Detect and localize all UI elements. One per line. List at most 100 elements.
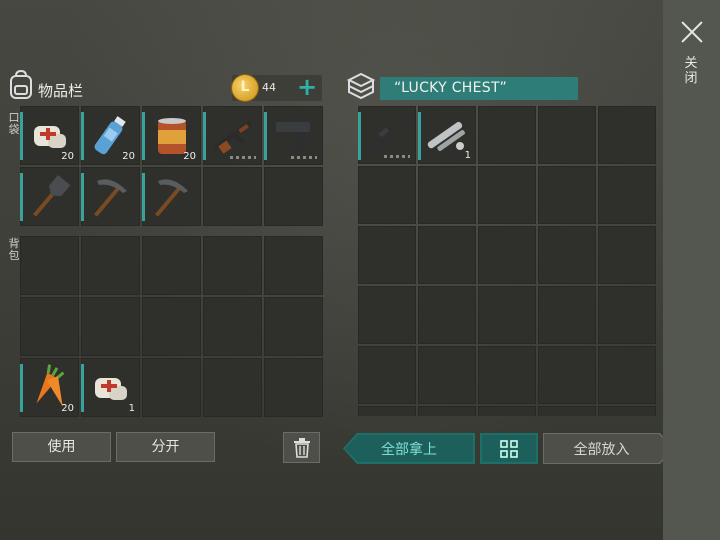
close-label[interactable]: 关闭 [683,56,699,86]
coin-icon: L [232,75,258,101]
chest-slot[interactable]: 1 [418,106,476,164]
take-all-button[interactable]: 全部拿上 [343,433,475,464]
backpack-slot[interactable] [142,236,201,295]
add-coins-button[interactable]: + [296,75,318,101]
backpack-slot[interactable] [20,297,79,356]
coin-amount: 44 [262,81,276,94]
slot-highlight-bar [20,173,23,221]
chest-slot[interactable] [478,346,536,404]
chest-slot[interactable] [598,286,656,344]
chest-slot[interactable] [538,406,596,416]
pocket-slot[interactable] [81,167,140,226]
slot-highlight-bar [203,112,206,160]
backpack-slot[interactable] [203,297,262,356]
chest-slot[interactable] [538,286,596,344]
grid-sort-icon [500,440,518,458]
chest-slot[interactable] [598,346,656,404]
chest-grid: 1 [358,106,656,416]
backpack-label: 背包 [8,237,20,262]
slot-highlight-bar [142,112,145,160]
chest-slot[interactable] [598,166,656,224]
backpack-icon [10,70,32,99]
chest-slot[interactable] [538,226,596,284]
chest-slot[interactable] [358,346,416,404]
chest-title-bar: “LUCKY CHEST” [380,77,578,100]
pistol-icon [276,122,310,150]
backpack-slot[interactable] [264,236,323,295]
split-button[interactable]: 分开 [116,432,215,462]
chest-slot[interactable] [358,406,416,416]
chest-slot[interactable] [598,106,656,164]
discard-button[interactable] [283,432,320,463]
pocket-slot[interactable]: 20 [20,106,79,165]
pocket-slot[interactable] [264,167,323,226]
use-button[interactable]: 使用 [12,432,111,462]
chest-name: “LUCKY CHEST” [394,80,508,96]
item-quantity: 1 [464,150,471,161]
slot-highlight-bar [81,173,84,221]
backpack-slot[interactable] [264,358,323,417]
chest-slot[interactable] [418,406,476,416]
slot-highlight-bar [358,112,361,160]
durability-dots [230,156,256,159]
item-quantity: 1 [128,403,135,414]
slot-highlight-bar [81,112,84,160]
slot-highlight-bar [20,364,23,412]
slot-highlight-bar [418,112,421,160]
chest-slot[interactable] [478,286,536,344]
chest-slot[interactable] [478,166,536,224]
chest-slot[interactable] [358,166,416,224]
backpack-slot[interactable] [203,358,262,417]
chest-slot[interactable] [598,226,656,284]
pocket-slot[interactable] [264,106,323,165]
item-quantity: 20 [183,151,196,162]
chest-slot[interactable] [538,166,596,224]
backpack-slot[interactable] [264,297,323,356]
sort-button[interactable] [480,433,538,464]
backpack-grid: 20 1 [20,236,323,417]
put-all-button[interactable]: 全部放入 [543,433,674,464]
pocket-slot[interactable] [203,106,262,165]
pocket-grid: 20 20 20 [20,106,323,226]
chest-slot[interactable] [538,346,596,404]
pocket-slot[interactable] [203,167,262,226]
item-quantity: 20 [122,151,135,162]
slot-highlight-bar [20,112,23,160]
chest-slot[interactable] [418,346,476,404]
pocket-slot[interactable] [20,167,79,226]
durability-dots [291,156,317,159]
durability-dots [384,155,410,158]
backpack-slot[interactable] [81,236,140,295]
backpack-slot[interactable] [20,236,79,295]
close-icon[interactable] [680,20,704,44]
pickaxe-icon [155,179,188,217]
chest-slot[interactable] [358,106,416,164]
chest-slot[interactable] [418,286,476,344]
pocket-slot[interactable] [142,167,201,226]
backpack-slot[interactable] [142,358,201,417]
backpack-slot[interactable] [203,236,262,295]
chest-slot[interactable] [598,406,656,416]
pocket-slot[interactable]: 20 [81,106,140,165]
inventory-title: 物品栏 [38,82,84,100]
chest-slot[interactable] [418,226,476,284]
chest-icon [346,72,376,100]
backpack-slot[interactable]: 1 [81,358,140,417]
pocket-label: 口袋 [8,111,20,136]
chest-slot[interactable] [358,226,416,284]
pocket-slot[interactable]: 20 [142,106,201,165]
backpack-slot[interactable] [142,297,201,356]
chest-slot[interactable] [358,286,416,344]
trash-icon [294,438,310,458]
side-panel: 关闭 [663,0,720,540]
m16-rifle-icon [367,118,408,155]
backpack-slot[interactable] [81,297,140,356]
chest-slot[interactable] [478,106,536,164]
chest-slot[interactable] [478,406,536,416]
backpack-slot[interactable]: 20 [20,358,79,417]
chest-slot[interactable] [478,226,536,284]
ak-rifle-icon [213,120,253,154]
slot-highlight-bar [264,112,267,160]
chest-slot[interactable] [538,106,596,164]
chest-slot[interactable] [418,166,476,224]
